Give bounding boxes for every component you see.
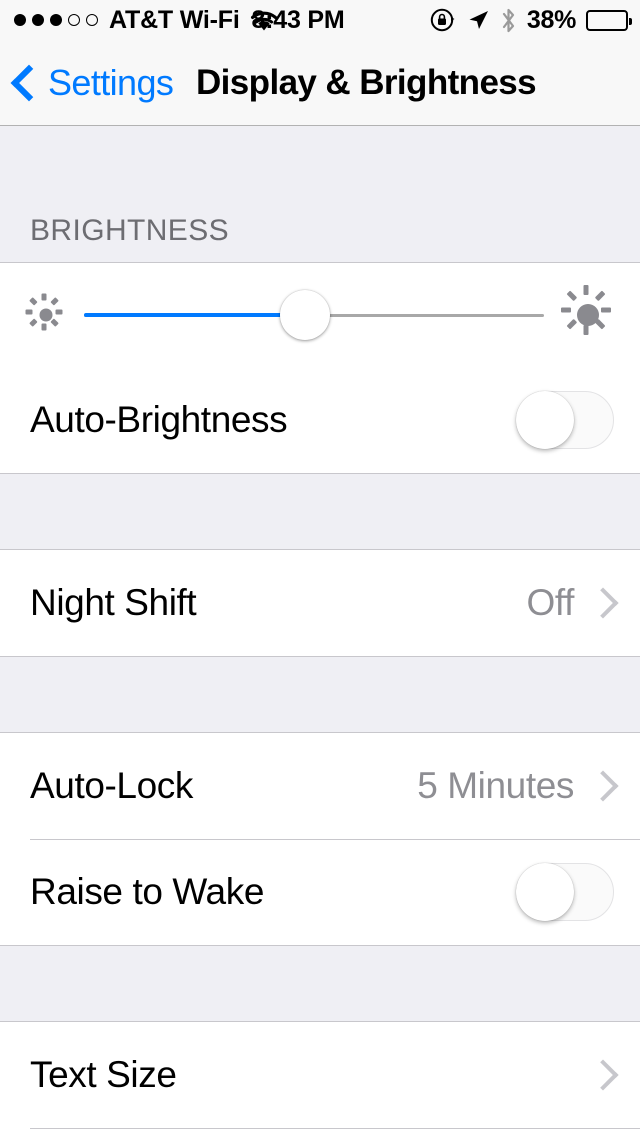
slider-track-fill <box>84 313 305 317</box>
section-header-label: BRIGHTNESS <box>30 214 230 247</box>
row-auto-lock[interactable]: Auto-Lock 5 Minutes <box>0 733 640 839</box>
settings-list: BRIGHTNESS Auto-Brightness Night Shift O… <box>0 126 640 1136</box>
navigation-bar: Settings Display & Brightness <box>0 40 640 126</box>
row-label-text-size: Text Size <box>30 1054 177 1095</box>
chevron-right-icon <box>587 770 619 802</box>
chevron-right-icon <box>587 1059 619 1091</box>
location-arrow-icon <box>466 8 490 32</box>
slider-thumb[interactable] <box>279 290 330 340</box>
settings-screen: AT&T Wi-Fi 8:43 PM 38% Settings Display … <box>0 0 640 1136</box>
row-label-raise-to-wake: Raise to Wake <box>30 871 265 912</box>
settings-group-text: Text Size <box>0 1021 640 1136</box>
row-raise-to-wake[interactable]: Raise to Wake <box>0 839 640 945</box>
toggle-knob <box>516 863 574 921</box>
row-value-night-shift: Off <box>526 582 575 623</box>
section-gap-3 <box>0 946 640 1021</box>
row-value-auto-lock: 5 Minutes <box>417 765 574 806</box>
status-bar-left: AT&T Wi-Fi <box>14 6 279 35</box>
signal-dot-4 <box>68 14 80 26</box>
row-label-auto-brightness: Auto-Brightness <box>30 399 288 440</box>
section-gap-2 <box>0 657 640 732</box>
settings-group-night-shift: Night Shift Off <box>0 549 640 657</box>
row-label-auto-lock: Auto-Lock <box>30 765 193 806</box>
signal-dot-5 <box>86 14 98 26</box>
section-header-brightness: BRIGHTNESS <box>0 126 640 262</box>
sun-small-icon <box>25 293 66 335</box>
signal-dot-1 <box>14 14 26 26</box>
back-button-label: Settings <box>48 61 174 103</box>
sun-large-icon <box>560 285 614 341</box>
row-night-shift[interactable]: Night Shift Off <box>0 550 640 656</box>
row-text-size[interactable]: Text Size <box>0 1022 640 1128</box>
carrier-label: AT&T Wi-Fi <box>109 5 240 34</box>
status-bar-clock: 8:43 PM <box>251 5 345 34</box>
signal-dot-2 <box>32 14 44 26</box>
settings-group-brightness: Auto-Brightness <box>0 262 640 474</box>
section-gap-1 <box>0 474 640 549</box>
row-label-night-shift: Night Shift <box>30 582 197 623</box>
row-auto-brightness[interactable]: Auto-Brightness <box>0 367 640 473</box>
settings-group-lock: Auto-Lock 5 Minutes Raise to Wake <box>0 732 640 946</box>
signal-strength-dots <box>14 14 98 26</box>
row-partial-next[interactable] <box>0 1128 640 1136</box>
brightness-slider-row <box>0 263 640 367</box>
back-button[interactable]: Settings <box>10 61 174 104</box>
battery-percent-label: 38% <box>526 5 576 34</box>
status-bar-right: 38% <box>430 5 632 35</box>
status-bar: AT&T Wi-Fi 8:43 PM 38% <box>0 0 640 40</box>
raise-to-wake-toggle[interactable] <box>516 863 614 921</box>
chevron-left-icon <box>10 64 48 101</box>
toggle-knob <box>516 391 574 449</box>
auto-brightness-toggle[interactable] <box>516 391 614 449</box>
chevron-right-icon <box>587 587 619 619</box>
battery-icon <box>586 9 632 31</box>
rotation-lock-icon <box>430 7 456 33</box>
bluetooth-icon <box>500 7 517 34</box>
signal-dot-3 <box>50 14 62 26</box>
brightness-slider[interactable] <box>84 290 544 340</box>
page-title: Display & Brightness <box>196 62 537 102</box>
